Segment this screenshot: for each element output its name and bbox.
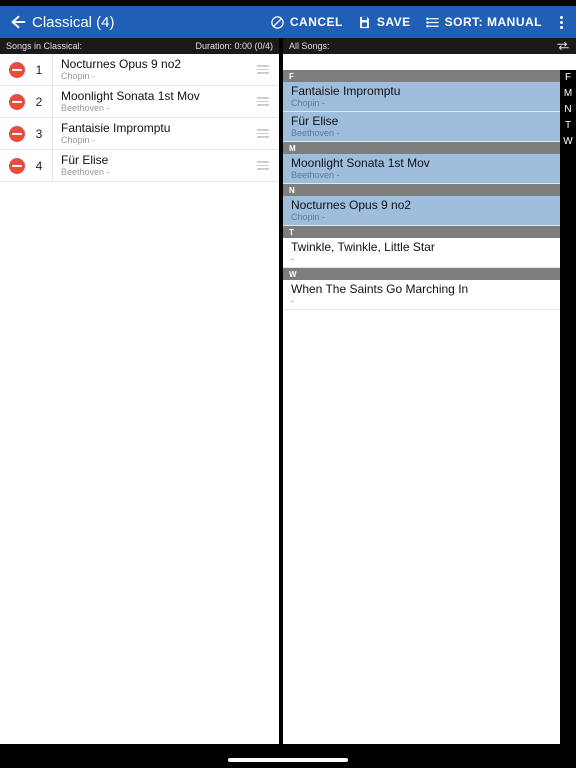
save-icon [357, 14, 373, 30]
all-song-title: Moonlight Sonata 1st Mov [291, 156, 552, 170]
cancel-icon [270, 14, 286, 30]
playlist-row[interactable]: 4 Für EliseBeethoven - [0, 150, 279, 182]
all-songs-header: All Songs: [283, 38, 576, 54]
all-song-title: Nocturnes Opus 9 no2 [291, 198, 552, 212]
all-song-title: Fantaisie Impromptu [291, 84, 552, 98]
all-songs-row[interactable]: When The Saints Go Marching In- [283, 280, 560, 310]
playlist-song-title: Nocturnes Opus 9 no2 [61, 57, 253, 71]
drag-handle-icon[interactable] [253, 97, 273, 106]
playlist-panel: Songs in Classical: Duration: 0:00 (0/4)… [0, 38, 283, 744]
playlist-row[interactable]: 3 Fantaisie ImpromptuChopin - [0, 118, 279, 150]
section-header: F [283, 70, 560, 82]
playlist-song-title: Fantaisie Impromptu [61, 121, 253, 135]
playlist-row-number: 2 [32, 95, 46, 109]
playlist-song-title: Moonlight Sonata 1st Mov [61, 89, 253, 103]
playlist-row-number: 4 [32, 159, 46, 173]
drag-handle-icon[interactable] [253, 65, 273, 74]
index-letter[interactable]: F [565, 70, 571, 86]
all-song-artist: - [291, 296, 552, 307]
all-song-title: When The Saints Go Marching In [291, 282, 552, 296]
all-songs-row[interactable]: Moonlight Sonata 1st MovBeethoven - [283, 154, 560, 184]
drag-handle-icon[interactable] [253, 129, 273, 138]
section-header: T [283, 226, 560, 238]
sort-icon [425, 14, 441, 30]
toolbar: Classical (4) CANCEL SAVE SORT: MANUAL [0, 6, 576, 38]
remove-icon[interactable] [9, 158, 25, 174]
exchange-icon[interactable] [556, 41, 570, 51]
home-indicator [228, 758, 348, 762]
cancel-button[interactable]: CANCEL [270, 14, 343, 30]
alpha-index[interactable]: FMNTW [560, 70, 576, 744]
bottom-bar [0, 744, 576, 768]
playlist-song-artist: Beethoven - [61, 167, 253, 178]
all-song-artist: Chopin - [291, 212, 552, 223]
all-song-artist: Chopin - [291, 98, 552, 109]
playlist-song-artist: Chopin - [61, 71, 253, 82]
remove-icon[interactable] [9, 94, 25, 110]
all-song-artist: Beethoven - [291, 128, 552, 139]
playlist-song-title: Für Elise [61, 153, 253, 167]
remove-icon[interactable] [9, 62, 25, 78]
section-header: W [283, 268, 560, 280]
index-letter[interactable]: M [564, 86, 572, 102]
all-songs-row[interactable]: Für EliseBeethoven - [283, 112, 560, 142]
playlist-row[interactable]: 2 Moonlight Sonata 1st MovBeethoven - [0, 86, 279, 118]
back-button[interactable] [6, 11, 28, 33]
all-song-title: Twinkle, Twinkle, Little Star [291, 240, 552, 254]
save-button[interactable]: SAVE [357, 14, 411, 30]
playlist-header: Songs in Classical: Duration: 0:00 (0/4) [0, 38, 279, 54]
index-letter[interactable]: N [564, 102, 571, 118]
page-title: Classical (4) [32, 14, 115, 31]
playlist-song-artist: Chopin - [61, 135, 253, 146]
sort-button[interactable]: SORT: MANUAL [425, 14, 542, 30]
index-letter[interactable]: W [563, 134, 572, 150]
all-songs-row[interactable]: Nocturnes Opus 9 no2Chopin - [283, 196, 560, 226]
all-songs-panel: All Songs: FFantaisie ImpromptuChopin -F… [283, 38, 576, 744]
save-label: SAVE [377, 15, 411, 29]
section-header: N [283, 184, 560, 196]
playlist-row-number: 3 [32, 127, 46, 141]
all-song-artist: Beethoven - [291, 170, 552, 181]
sort-label: SORT: MANUAL [445, 15, 542, 29]
playlist-row[interactable]: 1 Nocturnes Opus 9 no2Chopin - [0, 54, 279, 86]
all-songs-row[interactable]: Fantaisie ImpromptuChopin - [283, 82, 560, 112]
playlist-row-number: 1 [32, 63, 46, 77]
all-songs-row[interactable]: Twinkle, Twinkle, Little Star- [283, 238, 560, 268]
playlist-duration: Duration: 0:00 (0/4) [195, 41, 273, 51]
playlist-song-artist: Beethoven - [61, 103, 253, 114]
more-button[interactable] [552, 16, 570, 29]
remove-icon[interactable] [9, 126, 25, 142]
all-song-artist: - [291, 254, 552, 265]
index-letter[interactable]: T [565, 118, 571, 134]
all-song-title: Für Elise [291, 114, 552, 128]
section-header: M [283, 142, 560, 154]
all-songs-header-label: All Songs: [289, 41, 330, 51]
cancel-label: CANCEL [290, 15, 343, 29]
playlist-header-label: Songs in Classical: [6, 41, 82, 51]
drag-handle-icon[interactable] [253, 161, 273, 170]
